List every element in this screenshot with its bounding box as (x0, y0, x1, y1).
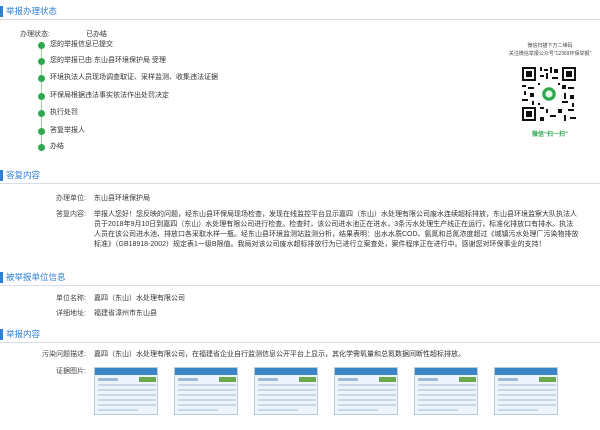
screenshot-thumbnail-icon (95, 368, 157, 411)
status-section-title: 举报办理状态 (6, 6, 58, 16)
status-value: 已办结 (86, 31, 107, 38)
evidence-image-thumbnail[interactable] (174, 367, 238, 415)
content-label: 答复内容: (56, 211, 86, 218)
reported-section-title: 被举报单位信息 (6, 272, 66, 282)
section-marker (0, 170, 3, 181)
evidence-image-thumbnail[interactable] (94, 367, 158, 415)
step-text: 您的举报信息已提交 (50, 41, 113, 48)
screenshot-thumbnail-icon (495, 368, 557, 411)
wechat-qr-panel: 微信扫描下方二维码 关注微信举报公众号“12369环保举报” 微信“扫一扫” (500, 43, 600, 153)
evidence-image-thumbnail[interactable] (414, 367, 478, 415)
step-text: 您的举报已由 东山县环境保护局 受理 (50, 57, 166, 64)
address-label: 详细地址: (56, 310, 86, 317)
section-divider (0, 342, 600, 343)
screenshot-thumbnail-icon (175, 368, 237, 411)
status-row: 办理状态: 已办结 (0, 29, 600, 40)
step-dot-icon (38, 128, 45, 135)
qr-code-icon[interactable] (520, 65, 578, 123)
qr-scan-label: 微信“扫一扫” (531, 132, 568, 138)
step-dot-icon (38, 42, 45, 49)
evidence-thumbnails (94, 367, 564, 419)
evidence-image-thumbnail[interactable] (494, 367, 558, 415)
reply-unit-row: 办理单位: 东山县环境保护局 (0, 193, 600, 204)
section-marker (0, 6, 3, 17)
section-divider (0, 285, 600, 286)
step-dot-icon (38, 110, 45, 117)
reported-address-row: 详细地址: 福建省漳州市东山县 (0, 308, 600, 319)
qr-caption-line1: 微信扫描下方二维码 (527, 43, 573, 49)
section-divider (0, 183, 600, 184)
problem-label: 污染问题描述: (42, 351, 86, 358)
step-text: 办结 (50, 143, 64, 150)
step-dot-icon (38, 144, 45, 151)
step-dot-icon (38, 58, 45, 65)
name-value: 嘉四（东山）水处理有限公司 (94, 295, 185, 302)
reply-section-title: 答复内容 (6, 170, 41, 180)
address-value: 福建省漳州市东山县 (94, 310, 157, 317)
unit-label: 办理单位: (56, 195, 86, 202)
step-dot-icon (38, 75, 45, 82)
reported-section-header: 被举报单位信息 (0, 270, 600, 286)
section-divider (0, 19, 600, 20)
step-text: 环境执法人员现场调查取证、采样监测、收集违法证据 (50, 74, 218, 81)
status-label: 办理状态: (20, 31, 50, 38)
screenshot-thumbnail-icon (255, 368, 317, 411)
status-section-header: 举报办理状态 (0, 4, 600, 20)
report-section-header: 举报内容 (0, 327, 600, 343)
step-text: 答复举报人 (50, 127, 85, 134)
unit-value: 东山县环境保护局 (94, 195, 150, 202)
reply-section-header: 答复内容 (0, 168, 600, 184)
section-marker (0, 272, 3, 283)
reply-content-text: 举报人您好！您反映的问题，经东山县环保局现场检查，发现在线监控平台显示嘉四（东山… (94, 211, 579, 248)
reported-name-row: 单位名称: 嘉四（东山）水处理有限公司 (0, 293, 600, 304)
step-text: 执行处罚 (50, 109, 78, 116)
report-section-title: 举报内容 (6, 329, 41, 339)
step-dot-icon (38, 93, 45, 100)
evidence-label: 证据图片: (56, 368, 86, 375)
screenshot-thumbnail-icon (335, 368, 397, 411)
section-marker (0, 329, 3, 340)
problem-value: 嘉四（东山）水处理有限公司，在福建省企业自行监测信息公开平台上显示，其化学需氧量… (94, 351, 465, 358)
progress-timeline: 您的举报信息已提交 您的举报已由 东山县环境保护局 受理 环境执法人员现场调查取… (38, 40, 338, 151)
step-text: 环保局根据违法事实依法作出处罚决定 (50, 92, 169, 99)
problem-row: 污染问题描述: 嘉四（东山）水处理有限公司，在福建省企业自行监测信息公开平台上显… (0, 349, 600, 360)
screenshot-thumbnail-icon (415, 368, 477, 411)
name-label: 单位名称: (56, 295, 86, 302)
evidence-image-thumbnail[interactable] (334, 367, 398, 415)
qr-caption-line2: 关注微信举报公众号“12369环保举报” (508, 51, 592, 57)
evidence-image-thumbnail[interactable] (254, 367, 318, 415)
